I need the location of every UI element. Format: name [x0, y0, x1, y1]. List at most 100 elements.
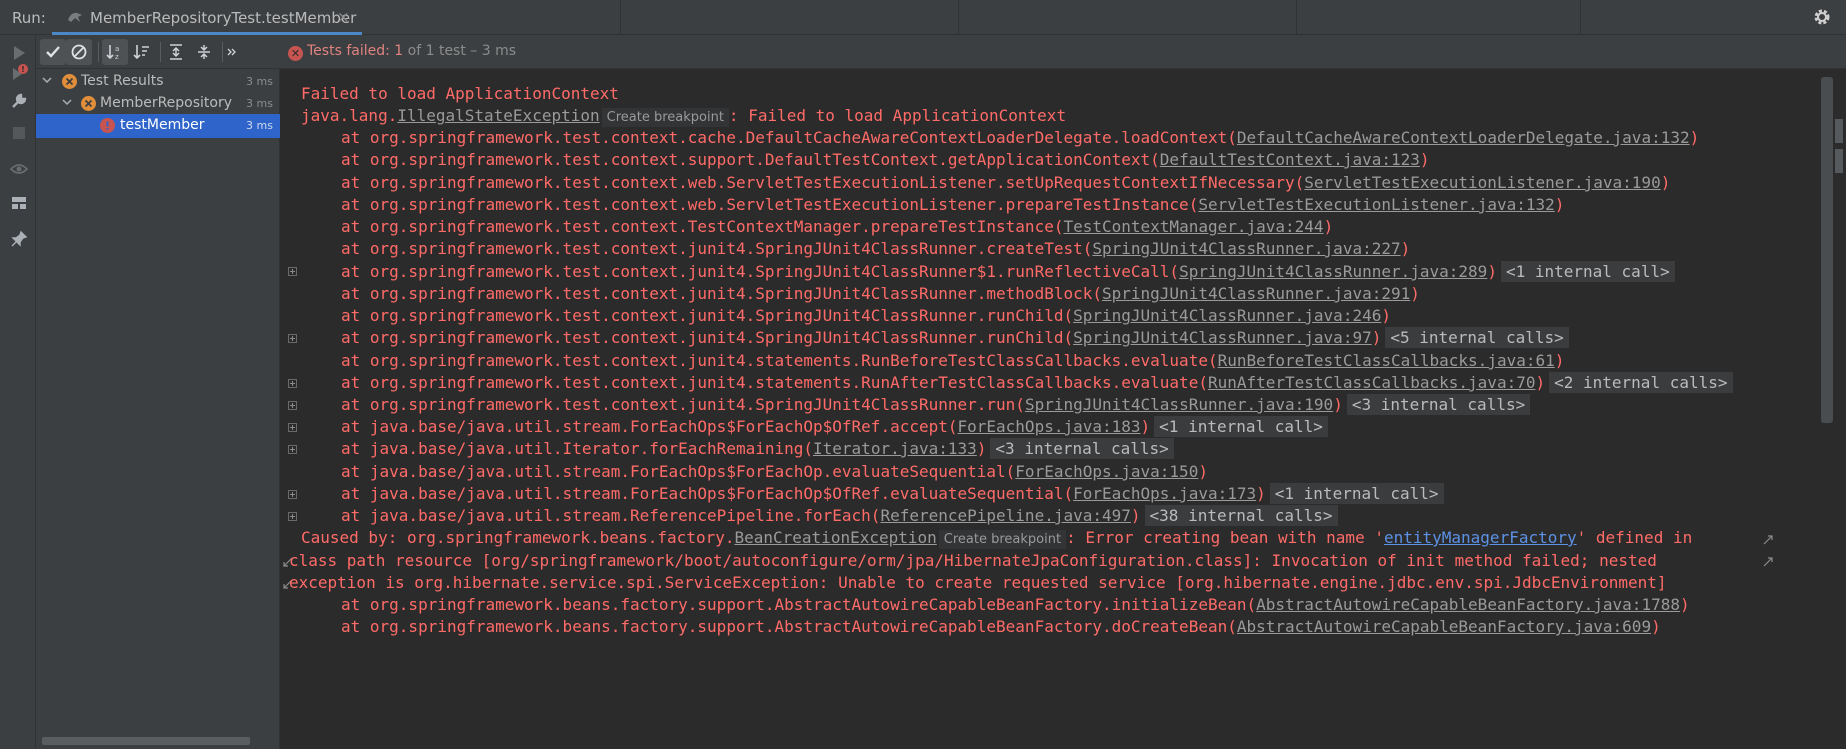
source-link[interactable]: AbstractAutowireCapableBeanFactory.java:… — [1256, 595, 1680, 614]
frame-text: ) — [1410, 284, 1420, 303]
source-link[interactable]: ForEachOps.java:183 — [958, 417, 1141, 436]
tree-item-member-repository[interactable]: MemberRepository 3 ms — [36, 92, 280, 116]
source-link[interactable]: SpringJUnit4ClassRunner.java:227 — [1092, 239, 1400, 258]
source-link[interactable]: RunAfterTestClassCallbacks.java:70 — [1208, 373, 1536, 392]
frame-text: ) — [1333, 395, 1343, 414]
source-link[interactable]: DefaultTestContext.java:123 — [1160, 150, 1420, 169]
collapse-all-button[interactable] — [191, 39, 217, 65]
stop-icon[interactable] — [9, 123, 29, 143]
frame-text: ) — [1554, 195, 1565, 214]
failed-status-icon — [62, 74, 77, 89]
tab-divider — [958, 0, 959, 35]
tree-item-test-member[interactable]: testMember 3 ms — [36, 114, 280, 138]
internal-calls-chip[interactable]: <1 internal call> — [1154, 416, 1328, 437]
frame-text: at java.base/java.util.stream.ForEachOps… — [341, 484, 1074, 503]
source-link[interactable]: ReferencePipeline.java:497 — [880, 506, 1130, 525]
exception-link[interactable]: IllegalStateException — [397, 106, 599, 125]
stack-frame: at org.springframework.test.context.juni… — [341, 372, 1733, 394]
internal-calls-chip[interactable]: <1 internal call> — [1269, 483, 1444, 504]
stack-frame: at org.springframework.test.context.juni… — [341, 238, 1410, 260]
internal-calls-chip[interactable]: <2 internal calls> — [1549, 372, 1733, 393]
check-icon — [46, 46, 60, 58]
source-link[interactable]: SpringJUnit4ClassRunner.java:246 — [1073, 306, 1381, 325]
expand-fold-icon[interactable] — [288, 423, 297, 432]
sort-by-duration-button[interactable] — [129, 39, 155, 65]
tab-divider — [1580, 0, 1581, 35]
svg-text:a: a — [115, 45, 119, 53]
source-link[interactable]: ServletTestExecutionListener.java:190 — [1304, 173, 1660, 192]
bean-name-link[interactable]: entityManagerFactory — [1384, 528, 1577, 547]
toolbar-divider — [160, 42, 161, 62]
frame-text: ) — [1660, 173, 1671, 192]
test-status: ✕ Tests failed: 1 of 1 test – 3 ms — [288, 43, 516, 61]
frame-text: at org.springframework.test.context.web.… — [341, 173, 1305, 192]
expand-fold-icon[interactable] — [288, 490, 297, 499]
rerun-failed-icon[interactable]: ! — [9, 63, 29, 83]
stack-frame: at org.springframework.test.context.juni… — [341, 283, 1420, 305]
pin-icon[interactable] — [9, 229, 29, 249]
internal-calls-chip[interactable]: <38 internal calls> — [1144, 505, 1338, 526]
run-tab[interactable]: MemberRepositoryTest.testMember × — [52, 0, 362, 35]
internal-calls-chip[interactable]: <3 internal calls> — [1346, 394, 1531, 415]
source-link[interactable]: TestContextManager.java:244 — [1063, 217, 1323, 236]
expand-fold-icon[interactable] — [288, 401, 297, 410]
failed-status-icon — [81, 96, 96, 111]
tree-item-test-results[interactable]: Test Results 3 ms — [36, 70, 280, 94]
status-failed-label: Tests failed: — [307, 43, 390, 59]
sort-duration-icon — [133, 45, 149, 60]
source-link[interactable]: ForEachOps.java:150 — [1015, 462, 1198, 481]
expand-fold-icon[interactable] — [288, 334, 297, 343]
vertical-scrollbar[interactable] — [1821, 69, 1846, 749]
horizontal-scrollbar[interactable] — [42, 737, 250, 745]
source-link[interactable]: AbstractAutowireCapableBeanFactory.java:… — [1237, 617, 1651, 636]
expand-fold-icon[interactable] — [288, 267, 297, 276]
exception-link[interactable]: BeanCreationException — [734, 528, 936, 547]
internal-calls-chip[interactable]: <3 internal calls> — [990, 438, 1174, 459]
frame-text: at org.springframework.test.context.juni… — [341, 262, 1180, 281]
source-link[interactable]: ServletTestExecutionListener.java:132 — [1198, 195, 1554, 214]
console-text: : Error creating bean with name ' — [1066, 528, 1384, 547]
close-icon[interactable]: × — [337, 8, 350, 26]
soft-wrap-icon — [1763, 535, 1773, 545]
stack-frame: at org.springframework.test.context.cach… — [341, 127, 1699, 149]
gear-icon[interactable] — [1812, 7, 1832, 27]
create-breakpoint-button[interactable]: Create breakpoint — [938, 530, 1067, 549]
create-breakpoint-button[interactable]: Create breakpoint — [601, 108, 729, 127]
show-passed-toggle[interactable] — [40, 39, 66, 65]
source-link[interactable]: DefaultCacheAwareContextLoaderDelegate.j… — [1237, 128, 1690, 147]
source-link[interactable]: ForEachOps.java:173 — [1073, 484, 1256, 503]
internal-calls-chip[interactable]: <1 internal call> — [1500, 261, 1675, 282]
console-output[interactable]: Failed to load ApplicationContext java.l… — [281, 69, 1821, 749]
eye-icon[interactable] — [9, 159, 29, 179]
expand-fold-icon[interactable] — [288, 379, 297, 388]
source-link[interactable]: SpringJUnit4ClassRunner.java:289 — [1179, 262, 1487, 281]
wrench-icon[interactable] — [9, 91, 29, 111]
toolbar-divider — [98, 42, 99, 62]
expand-all-button[interactable] — [163, 39, 189, 65]
chevron-down-icon[interactable] — [42, 75, 52, 85]
more-actions-icon[interactable] — [226, 46, 238, 58]
chevron-down-icon[interactable] — [62, 97, 72, 107]
scrollbar-thumb[interactable] — [1821, 77, 1833, 423]
rerun-icon[interactable] — [9, 43, 29, 63]
layout-icon[interactable] — [9, 193, 29, 213]
source-link[interactable]: SpringJUnit4ClassRunner.java:190 — [1025, 395, 1333, 414]
sort-alphabetically-button[interactable]: a z — [102, 39, 128, 65]
frame-text: at java.base/java.util.stream.ForEachOps… — [341, 462, 1016, 481]
frame-text: ) — [1371, 328, 1382, 347]
expand-fold-icon[interactable] — [288, 512, 297, 521]
test-config-icon — [68, 12, 82, 22]
internal-calls-chip[interactable]: <5 internal calls> — [1385, 327, 1569, 348]
source-link[interactable]: SpringJUnit4ClassRunner.java:97 — [1073, 328, 1372, 347]
scroll-marker — [1835, 119, 1843, 143]
stack-frame: at java.base/java.util.stream.ForEachOps… — [341, 461, 1208, 483]
frame-text: at org.springframework.test.context.juni… — [341, 284, 1102, 303]
caused-by-line: Caused by: org.springframework.beans.fac… — [301, 527, 1692, 549]
source-link[interactable]: SpringJUnit4ClassRunner.java:291 — [1102, 284, 1410, 303]
frame-text: ) — [1198, 462, 1208, 481]
stack-frame: at org.springframework.test.context.juni… — [341, 327, 1569, 349]
show-ignored-toggle[interactable] — [66, 39, 92, 65]
source-link[interactable]: RunBeforeTestClassCallbacks.java:61 — [1218, 351, 1555, 370]
source-link[interactable]: Iterator.java:133 — [813, 439, 977, 458]
expand-fold-icon[interactable] — [288, 445, 297, 454]
